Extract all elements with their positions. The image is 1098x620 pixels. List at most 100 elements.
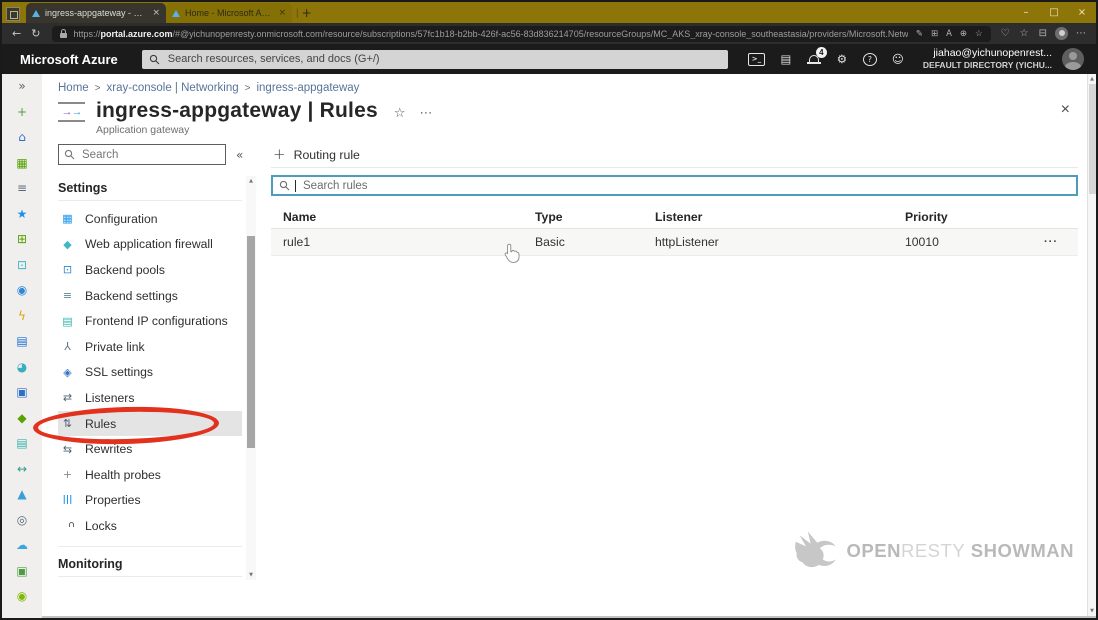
refresh-button[interactable]: ↻: [31, 25, 40, 43]
sidebar-item-rules[interactable]: ⇅Rules: [58, 411, 242, 437]
scroll-up-icon[interactable]: ▲: [246, 178, 256, 184]
watermark-text: OPEN: [847, 540, 901, 561]
scroll-down-icon[interactable]: ▼: [1088, 608, 1096, 614]
edit-url-icon[interactable]: ✎: [916, 27, 923, 41]
breadcrumb-link[interactable]: ingress-appgateway: [256, 82, 359, 94]
scroll-up-icon[interactable]: ▲: [1088, 76, 1096, 82]
search-icon: [64, 149, 75, 160]
table-body: rule1BasichttpListener10010···: [271, 229, 1078, 256]
rail-sql-databases-icon[interactable]: ▤: [14, 333, 30, 349]
rail-create-resource-icon[interactable]: +: [14, 104, 30, 120]
rail-azure-ad-icon[interactable]: ▲: [14, 486, 30, 502]
close-button[interactable]: ×: [1068, 2, 1096, 23]
help-icon[interactable]: ?: [863, 53, 877, 66]
tab-close-icon[interactable]: ×: [278, 8, 286, 18]
directories-filter-icon[interactable]: ▤: [779, 51, 793, 67]
add-routing-rule-button[interactable]: + Routing rule: [271, 147, 362, 163]
sidebar-item-backend-settings[interactable]: ≡Backend settings: [58, 283, 242, 309]
command-label: Routing rule: [294, 148, 360, 162]
tab-title: ingress-appgateway - Microsoft…: [45, 8, 147, 18]
sidebar-item-configuration[interactable]: ▦Configuration: [58, 206, 242, 232]
blade-close-button[interactable]: ×: [1061, 101, 1070, 119]
menu-section-header: Settings: [58, 178, 242, 198]
rail-function-apps-icon[interactable]: ϟ: [14, 308, 30, 324]
breadcrumb-link[interactable]: xray-console | Networking: [107, 82, 239, 94]
azure-search-input[interactable]: [166, 52, 721, 66]
new-tab-button[interactable]: +: [302, 6, 312, 20]
sidebar-item-backend-pools[interactable]: ⊡Backend pools: [58, 257, 242, 283]
menu-sections: Settings ▦Configuration◆Web application f…: [58, 173, 256, 582]
collapse-menu-button[interactable]: «: [236, 148, 243, 162]
split-screen-icon[interactable]: ⊞: [931, 27, 938, 41]
browser-menu-icon[interactable]: ⋯: [1076, 28, 1086, 39]
favorite-star-icon[interactable]: ☆: [975, 27, 983, 41]
zoom-page-icon[interactable]: ⊕: [960, 27, 967, 41]
address-bar[interactable]: https://portal.azure.com/#@yichunopenres…: [52, 26, 990, 42]
rail-app-services-icon[interactable]: ◉: [14, 282, 30, 298]
sidebar-item-rewrites[interactable]: ⇆Rewrites: [58, 436, 242, 462]
azure-search-box[interactable]: [142, 50, 728, 69]
account-avatar[interactable]: [1062, 48, 1084, 70]
notifications-bell-icon[interactable]: 4: [807, 51, 821, 67]
table-row[interactable]: rule1BasichttpListener10010···: [271, 229, 1078, 256]
minimize-button[interactable]: –: [1012, 2, 1040, 23]
sidebar-item-listeners[interactable]: ⇄Listeners: [58, 385, 242, 411]
page-scrollbar[interactable]: ▲ ▼: [1087, 74, 1096, 616]
rail-storage-accounts-icon[interactable]: ▤: [14, 435, 30, 451]
search-rules-input[interactable]: [301, 179, 1070, 193]
rail-defender-icon[interactable]: ▣: [14, 563, 30, 579]
tab-close-icon[interactable]: ×: [152, 8, 160, 18]
azure-brand[interactable]: Microsoft Azure: [20, 52, 118, 67]
rail-load-balancers-icon[interactable]: ◆: [14, 410, 30, 426]
read-aloud-icon[interactable]: A: [946, 27, 952, 41]
sidebar-item-health-probes[interactable]: +Health probes: [58, 462, 242, 488]
maximize-button[interactable]: □: [1040, 2, 1068, 23]
cell-listener: httpListener: [655, 235, 905, 249]
browser-profile-avatar[interactable]: [1055, 27, 1068, 40]
favorites-bar-icon[interactable]: ☆: [1020, 25, 1029, 43]
rail-home-icon[interactable]: ⌂: [14, 129, 30, 145]
rail-virtual-machines-icon[interactable]: ▣: [14, 384, 30, 400]
rail-resource-groups-icon[interactable]: ⊡: [14, 257, 30, 273]
rail-dashboard-icon[interactable]: ▦: [14, 155, 30, 171]
feedback-icon[interactable]: ☺: [891, 51, 905, 67]
rail-all-resources-icon[interactable]: ⊞: [14, 231, 30, 247]
page-more-button[interactable]: ⋯: [420, 106, 434, 121]
rail-all-services-icon[interactable]: ≡: [14, 180, 30, 196]
column-header[interactable]: Priority: [905, 210, 1044, 224]
rail-expand-icon[interactable]: »: [14, 78, 30, 94]
rail-advisor-icon[interactable]: ☁: [14, 537, 30, 553]
browser-tab[interactable]: Home - Microsoft Azure×: [166, 3, 292, 23]
rail-monitor-icon[interactable]: ◎: [14, 512, 30, 528]
cloud-shell-icon[interactable]: >_: [748, 53, 765, 66]
sidebar-item-properties[interactable]: |||Properties: [58, 488, 242, 514]
collections-icon[interactable]: ⊟: [1039, 25, 1047, 43]
rail-virtual-networks-icon[interactable]: ↔: [14, 461, 30, 477]
menu-search-input[interactable]: [80, 148, 220, 162]
search-rules-box[interactable]: [271, 175, 1078, 196]
back-button[interactable]: ←: [12, 25, 21, 43]
account-info[interactable]: jiahao@yichunopenrest... DEFAULT DIRECTO…: [923, 47, 1052, 71]
column-header[interactable]: Listener: [655, 210, 905, 224]
breadcrumb-link[interactable]: Home: [58, 82, 89, 94]
rail-cost-management-icon[interactable]: ◉: [14, 588, 30, 604]
row-menu-button[interactable]: ···: [1044, 236, 1078, 248]
rail-cosmos-db-icon[interactable]: ◕: [14, 359, 30, 375]
browser-essentials-icon[interactable]: ♡: [1001, 25, 1010, 43]
menu-scrollbar[interactable]: ▲ ▼: [246, 176, 256, 580]
sidebar-item-web-application-firewall[interactable]: ◆Web application firewall: [58, 232, 242, 258]
rail-favorites-icon[interactable]: ★: [14, 206, 30, 222]
favorite-star-button[interactable]: ☆: [394, 106, 406, 121]
scrollbar-thumb[interactable]: [247, 236, 255, 448]
menu-search-box[interactable]: [58, 144, 226, 165]
scroll-down-icon[interactable]: ▼: [246, 572, 256, 578]
sidebar-item-locks[interactable]: Locks: [58, 513, 242, 539]
column-header[interactable]: Type: [535, 210, 655, 224]
sidebar-item-frontend-ip-configurations[interactable]: ▤Frontend IP configurations: [58, 308, 242, 334]
sidebar-item-ssl-settings[interactable]: ◈SSL settings: [58, 360, 242, 386]
scrollbar-thumb[interactable]: [1089, 84, 1096, 194]
browser-tab[interactable]: ingress-appgateway - Microsoft… ×: [26, 3, 166, 23]
column-header[interactable]: Name: [283, 210, 535, 224]
sidebar-item-private-link[interactable]: ⅄Private link: [58, 334, 242, 360]
settings-gear-icon[interactable]: ⚙: [835, 51, 849, 67]
